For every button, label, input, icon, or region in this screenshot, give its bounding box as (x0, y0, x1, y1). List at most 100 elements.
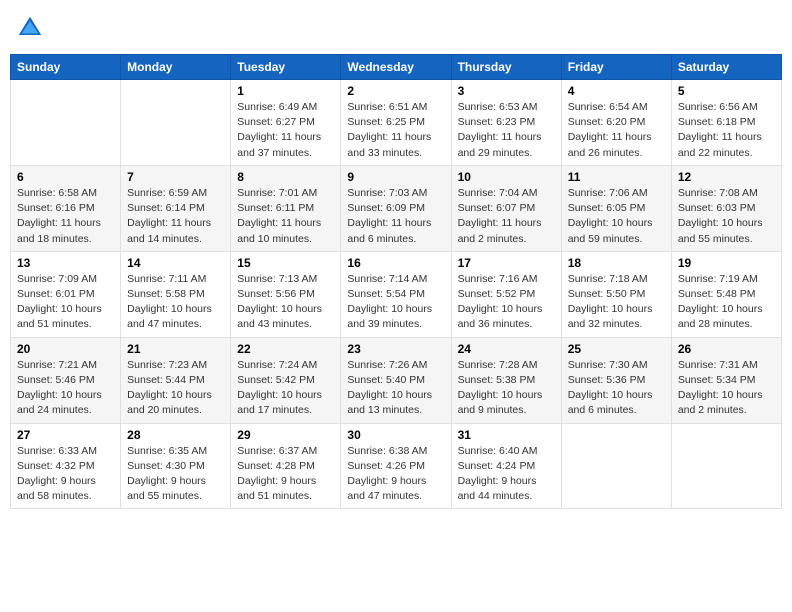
day-info: Sunrise: 7:11 AMSunset: 5:58 PMDaylight:… (127, 272, 224, 333)
day-number: 1 (237, 84, 334, 98)
day-header-friday: Friday (561, 55, 671, 80)
day-info: Sunrise: 7:19 AMSunset: 5:48 PMDaylight:… (678, 272, 775, 333)
page-header (10, 10, 782, 46)
day-number: 25 (568, 342, 665, 356)
day-info: Sunrise: 7:14 AMSunset: 5:54 PMDaylight:… (347, 272, 444, 333)
day-info: Sunrise: 6:59 AMSunset: 6:14 PMDaylight:… (127, 186, 224, 247)
day-info: Sunrise: 7:21 AMSunset: 5:46 PMDaylight:… (17, 358, 114, 419)
day-header-monday: Monday (121, 55, 231, 80)
day-number: 3 (458, 84, 555, 98)
day-number: 29 (237, 428, 334, 442)
calendar-cell: 4 Sunrise: 6:54 AMSunset: 6:20 PMDaylight… (561, 80, 671, 166)
calendar-cell: 22Sunrise: 7:24 AMSunset: 5:42 PMDayligh… (231, 337, 341, 423)
calendar-cell: 3 Sunrise: 6:53 AMSunset: 6:23 PMDaylight… (451, 80, 561, 166)
day-info: Sunrise: 6:56 AMSunset: 6:18 PMDaylight:… (678, 100, 775, 161)
day-info: Sunrise: 6:53 AMSunset: 6:23 PMDaylight:… (458, 100, 555, 161)
logo (16, 14, 46, 42)
day-number: 4 (568, 84, 665, 98)
calendar-cell: 15 Sunrise: 7:13 AMSunset: 5:56 PMDayligh… (231, 251, 341, 337)
day-info: Sunrise: 7:13 AMSunset: 5:56 PMDaylight:… (237, 272, 334, 333)
day-info: Sunrise: 7:08 AMSunset: 6:03 PMDaylight:… (678, 186, 775, 247)
day-number: 20 (17, 342, 114, 356)
calendar-cell (561, 423, 671, 509)
calendar-cell: 1 Sunrise: 6:49 AMSunset: 6:27 PMDaylight… (231, 80, 341, 166)
day-info: Sunrise: 6:40 AMSunset: 4:24 PMDaylight:… (458, 444, 555, 505)
day-number: 31 (458, 428, 555, 442)
day-info: Sunrise: 7:28 AMSunset: 5:38 PMDaylight:… (458, 358, 555, 419)
day-header-tuesday: Tuesday (231, 55, 341, 80)
day-info: Sunrise: 7:18 AMSunset: 5:50 PMDaylight:… (568, 272, 665, 333)
day-info: Sunrise: 6:38 AMSunset: 4:26 PMDaylight:… (347, 444, 444, 505)
calendar-week-5: 27 Sunrise: 6:33 AMSunset: 4:32 PMDayligh… (11, 423, 782, 509)
day-info: Sunrise: 6:33 AMSunset: 4:32 PMDaylight:… (17, 444, 114, 505)
calendar-week-2: 6 Sunrise: 6:58 AMSunset: 6:16 PMDaylight… (11, 165, 782, 251)
day-number: 27 (17, 428, 114, 442)
day-number: 12 (678, 170, 775, 184)
day-number: 18 (568, 256, 665, 270)
calendar-cell: 31 Sunrise: 6:40 AMSunset: 4:24 PMDayligh… (451, 423, 561, 509)
day-info: Sunrise: 7:31 AMSunset: 5:34 PMDaylight:… (678, 358, 775, 419)
day-number: 19 (678, 256, 775, 270)
day-info: Sunrise: 7:04 AMSunset: 6:07 PMDaylight:… (458, 186, 555, 247)
calendar-cell (671, 423, 781, 509)
calendar-cell: 18 Sunrise: 7:18 AMSunset: 5:50 PMDayligh… (561, 251, 671, 337)
day-number: 23 (347, 342, 444, 356)
day-number: 9 (347, 170, 444, 184)
calendar-week-1: 1 Sunrise: 6:49 AMSunset: 6:27 PMDaylight… (11, 80, 782, 166)
calendar-cell: 2Sunrise: 6:51 AMSunset: 6:25 PMDaylight… (341, 80, 451, 166)
day-info: Sunrise: 7:24 AMSunset: 5:42 PMDaylight:… (237, 358, 334, 419)
calendar-cell: 30Sunrise: 6:38 AMSunset: 4:26 PMDayligh… (341, 423, 451, 509)
day-info: Sunrise: 7:09 AMSunset: 6:01 PMDaylight:… (17, 272, 114, 333)
day-number: 8 (237, 170, 334, 184)
calendar-cell: 7 Sunrise: 6:59 AMSunset: 6:14 PMDaylight… (121, 165, 231, 251)
day-number: 5 (678, 84, 775, 98)
day-info: Sunrise: 7:03 AMSunset: 6:09 PMDaylight:… (347, 186, 444, 247)
day-number: 26 (678, 342, 775, 356)
day-number: 13 (17, 256, 114, 270)
day-number: 21 (127, 342, 224, 356)
calendar-cell: 17Sunrise: 7:16 AMSunset: 5:52 PMDayligh… (451, 251, 561, 337)
calendar-cell: 28Sunrise: 6:35 AMSunset: 4:30 PMDayligh… (121, 423, 231, 509)
calendar-cell: 11 Sunrise: 7:06 AMSunset: 6:05 PMDayligh… (561, 165, 671, 251)
day-info: Sunrise: 7:23 AMSunset: 5:44 PMDaylight:… (127, 358, 224, 419)
calendar-cell: 5 Sunrise: 6:56 AMSunset: 6:18 PMDaylight… (671, 80, 781, 166)
calendar-cell: 25 Sunrise: 7:30 AMSunset: 5:36 PMDayligh… (561, 337, 671, 423)
calendar-cell: 13 Sunrise: 7:09 AMSunset: 6:01 PMDayligh… (11, 251, 121, 337)
day-info: Sunrise: 6:49 AMSunset: 6:27 PMDaylight:… (237, 100, 334, 161)
day-info: Sunrise: 6:51 AMSunset: 6:25 PMDaylight:… (347, 100, 444, 161)
day-header-wednesday: Wednesday (341, 55, 451, 80)
calendar-cell: 12 Sunrise: 7:08 AMSunset: 6:03 PMDayligh… (671, 165, 781, 251)
day-info: Sunrise: 7:26 AMSunset: 5:40 PMDaylight:… (347, 358, 444, 419)
calendar-cell: 29 Sunrise: 6:37 AMSunset: 4:28 PMDayligh… (231, 423, 341, 509)
day-info: Sunrise: 6:37 AMSunset: 4:28 PMDaylight:… (237, 444, 334, 505)
calendar-cell: 21 Sunrise: 7:23 AMSunset: 5:44 PMDayligh… (121, 337, 231, 423)
calendar-week-3: 13 Sunrise: 7:09 AMSunset: 6:01 PMDayligh… (11, 251, 782, 337)
day-number: 16 (347, 256, 444, 270)
calendar-cell: 23 Sunrise: 7:26 AMSunset: 5:40 PMDayligh… (341, 337, 451, 423)
day-number: 28 (127, 428, 224, 442)
day-number: 11 (568, 170, 665, 184)
day-info: Sunrise: 6:54 AMSunset: 6:20 PMDaylight:… (568, 100, 665, 161)
day-number: 17 (458, 256, 555, 270)
calendar-cell: 27 Sunrise: 6:33 AMSunset: 4:32 PMDayligh… (11, 423, 121, 509)
day-number: 6 (17, 170, 114, 184)
calendar-cell: 20 Sunrise: 7:21 AMSunset: 5:46 PMDayligh… (11, 337, 121, 423)
day-number: 10 (458, 170, 555, 184)
calendar-cell: 19 Sunrise: 7:19 AMSunset: 5:48 PMDayligh… (671, 251, 781, 337)
calendar-cell: 9 Sunrise: 7:03 AMSunset: 6:09 PMDaylight… (341, 165, 451, 251)
calendar-week-4: 20 Sunrise: 7:21 AMSunset: 5:46 PMDayligh… (11, 337, 782, 423)
day-info: Sunrise: 7:30 AMSunset: 5:36 PMDaylight:… (568, 358, 665, 419)
day-header-sunday: Sunday (11, 55, 121, 80)
day-header-thursday: Thursday (451, 55, 561, 80)
day-number: 24 (458, 342, 555, 356)
calendar-cell: 26 Sunrise: 7:31 AMSunset: 5:34 PMDayligh… (671, 337, 781, 423)
calendar-cell: 10 Sunrise: 7:04 AMSunset: 6:07 PMDayligh… (451, 165, 561, 251)
day-number: 14 (127, 256, 224, 270)
day-info: Sunrise: 7:06 AMSunset: 6:05 PMDaylight:… (568, 186, 665, 247)
calendar-table: SundayMondayTuesdayWednesdayThursdayFrid… (10, 54, 782, 509)
day-number: 15 (237, 256, 334, 270)
day-info: Sunrise: 6:58 AMSunset: 6:16 PMDaylight:… (17, 186, 114, 247)
calendar-body: 1 Sunrise: 6:49 AMSunset: 6:27 PMDaylight… (11, 80, 782, 509)
day-number: 7 (127, 170, 224, 184)
calendar-cell: 16 Sunrise: 7:14 AMSunset: 5:54 PMDayligh… (341, 251, 451, 337)
